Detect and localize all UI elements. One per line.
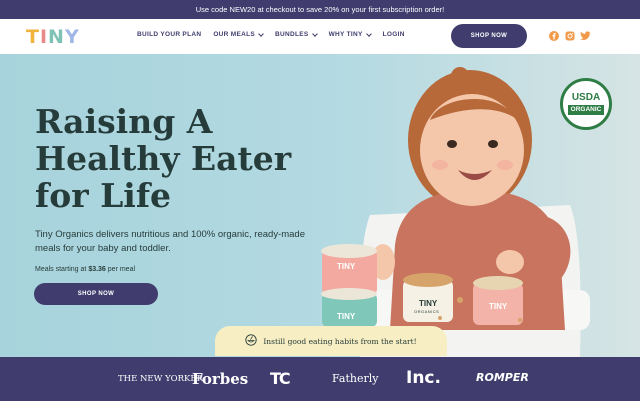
organic-text: ORGANIC: [567, 105, 605, 115]
twitter-icon[interactable]: [580, 31, 591, 41]
hero-shop-now-button[interactable]: SHOP NOW: [34, 283, 158, 305]
logo-letter-n: N: [48, 26, 65, 48]
nav-label: LOGIN: [382, 31, 405, 38]
cup-brand-label: TINY: [419, 299, 438, 308]
hero-headline: Raising A Healthy Eater for Life: [35, 103, 355, 214]
cup-brand-label: TINY: [337, 262, 356, 271]
spoon-bowl-icon: [245, 334, 257, 348]
cup-brand-label: TINY: [489, 302, 508, 311]
inc-logo: Inc.: [406, 368, 441, 388]
price-suffix: per meal: [105, 266, 136, 273]
usda-organic-badge: USDA ORGANIC: [560, 78, 612, 130]
press-bar: THE NEW YORKER Forbes TC Fatherly Inc. R…: [0, 357, 640, 401]
logo-letter-i: I: [39, 26, 49, 48]
chevron-down-icon: [311, 30, 318, 37]
new-yorker-logo: THE NEW YORKER: [118, 374, 204, 384]
cup-brand-sublabel: ORGANICS: [414, 309, 440, 314]
nav-login[interactable]: LOGIN: [383, 31, 405, 38]
logo-letter-t: T: [26, 26, 40, 48]
facebook-icon[interactable]: [549, 31, 559, 41]
fatherly-logo: Fatherly: [332, 372, 379, 385]
nav-our-meals[interactable]: OUR MEALS: [213, 30, 264, 38]
logo-letter-y: Y: [64, 26, 80, 48]
promo-banner: Use code NEW20 at checkout to save 20% o…: [0, 0, 640, 19]
nav-build-your-plan[interactable]: BUILD YOUR PLAN: [137, 31, 201, 38]
nav-label: BUNDLES: [275, 31, 309, 38]
usda-text: USDA: [571, 92, 601, 103]
top-nav: T I N Y BUILD YOUR PLAN OUR MEALS BUNDLE…: [0, 19, 640, 54]
forbes-logo: Forbes: [192, 370, 249, 388]
nav-why-tiny[interactable]: WHY TINY: [328, 30, 372, 38]
nav-label: WHY TINY: [328, 31, 363, 38]
nav-bundles[interactable]: BUNDLES: [275, 30, 318, 38]
instagram-icon[interactable]: [565, 31, 575, 41]
cup-brand-label: TINY: [337, 312, 356, 321]
habits-badge: Instill good eating habits from the star…: [215, 326, 447, 356]
habits-text: Instill good eating habits from the star…: [263, 336, 417, 346]
techcrunch-logo: TC: [270, 369, 291, 388]
tiny-logo[interactable]: T I N Y: [26, 26, 80, 48]
price-value: $3.36: [88, 266, 106, 273]
nav-label: OUR MEALS: [213, 31, 256, 38]
romper-logo: ROMPER: [476, 371, 529, 384]
headline-line: for Life: [35, 176, 172, 215]
hero-subtitle: Tiny Organics delivers nutritious and 10…: [35, 229, 306, 254]
chevron-down-icon: [365, 30, 372, 37]
price-note: Meals starting at $3.36 per meal: [35, 266, 135, 273]
nav-label: BUILD YOUR PLAN: [137, 31, 202, 38]
price-prefix: Meals starting at: [35, 266, 89, 273]
nav-links: BUILD YOUR PLAN OUR MEALS BUNDLES WHY TI…: [137, 30, 405, 38]
headline-line: Healthy Eater: [35, 139, 292, 178]
nav-shop-now-button[interactable]: SHOP NOW: [451, 24, 527, 48]
chevron-down-icon: [258, 30, 264, 37]
promo-text: Use code NEW20 at checkout to save 20% o…: [195, 5, 445, 14]
headline-line: Raising A: [35, 102, 213, 141]
